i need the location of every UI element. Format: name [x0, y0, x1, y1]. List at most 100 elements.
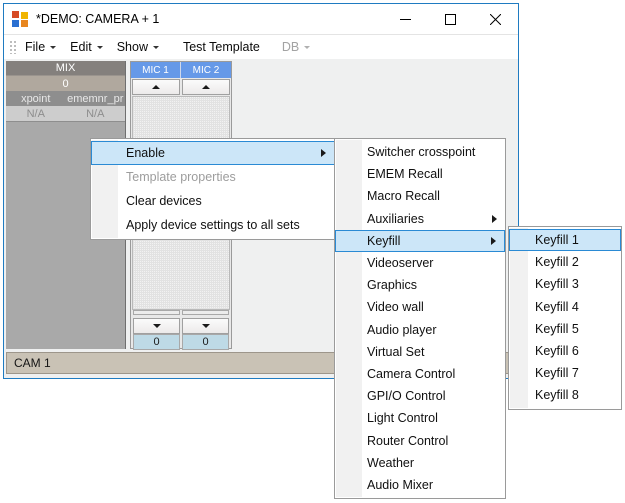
menu-item-apply-device-settings-label: Apply device settings to all sets [126, 218, 300, 232]
menu-item-keyfill-6-label: Keyfill 6 [535, 344, 579, 358]
mic-grid-values: 0 0 [132, 334, 230, 350]
chevron-down-icon [304, 46, 310, 49]
context-menu-keyfill-submenu: Keyfill 1 Keyfill 2 Keyfill 3 Keyfill 4 … [508, 226, 622, 410]
value-ememnr: N/A [66, 106, 126, 121]
menu-item-gpio-control-label: GPI/O Control [367, 389, 446, 403]
column-header-mic-1[interactable]: MIC 1 [131, 62, 181, 78]
menu-item-videoserver-label: Videoserver [367, 256, 433, 270]
menu-item-weather[interactable]: Weather [335, 452, 505, 474]
menu-item-keyfill-2[interactable]: Keyfill 2 [509, 251, 621, 273]
menu-item-keyfill-4-label: Keyfill 4 [535, 300, 579, 314]
menubar-item-db-label: DB [282, 40, 299, 54]
menubar-item-show-label: Show [117, 40, 148, 54]
menu-item-auxiliaries-label: Auxiliaries [367, 212, 424, 226]
mic-grid-up-buttons [131, 78, 231, 95]
submenu-arrow-icon [492, 215, 497, 223]
mic-1-value[interactable]: 0 [133, 334, 180, 350]
mic-1-increment-button[interactable] [132, 79, 180, 95]
menu-item-keyfill-label: Keyfill [367, 234, 400, 248]
maximize-icon[interactable] [428, 4, 473, 34]
mic-grid-footer: 0 0 [132, 310, 230, 347]
status-bar-label: CAM 1 [14, 356, 51, 370]
app-squares-icon [12, 11, 28, 27]
menubar-item-file-label: File [25, 40, 45, 54]
menu-item-auxiliaries[interactable]: Auxiliaries [335, 208, 505, 230]
mic-2-spacer-cell [182, 310, 229, 315]
arrow-down-icon [202, 324, 210, 328]
column-header-mic-2[interactable]: MIC 2 [181, 62, 231, 78]
arrow-up-icon [202, 85, 210, 89]
mix-column-values: N/A N/A [6, 106, 125, 122]
menu-bar: File Edit Show Test Template DB [4, 34, 518, 59]
column-header-xpoint: xpoint [6, 91, 66, 106]
menu-item-gpio-control[interactable]: GPI/O Control [335, 385, 505, 407]
menu-item-camera-control[interactable]: Camera Control [335, 363, 505, 385]
menubar-item-test-template[interactable]: Test Template [176, 36, 267, 58]
menu-item-audio-player-label: Audio player [367, 323, 437, 337]
menu-item-keyfill-6[interactable]: Keyfill 6 [509, 340, 621, 362]
menu-item-keyfill-2-label: Keyfill 2 [535, 255, 579, 269]
mix-header: MIX [6, 61, 125, 76]
menu-item-light-control[interactable]: Light Control [335, 407, 505, 429]
menu-item-camera-control-label: Camera Control [367, 367, 455, 381]
menu-item-enable-label: Enable [126, 146, 165, 160]
menu-item-keyfill-8-label: Keyfill 8 [535, 388, 579, 402]
close-icon[interactable] [473, 4, 518, 34]
menu-item-keyfill-5-label: Keyfill 5 [535, 322, 579, 336]
chevron-down-icon [50, 46, 56, 49]
menu-item-keyfill-8[interactable]: Keyfill 8 [509, 384, 621, 406]
menubar-item-edit[interactable]: Edit [63, 36, 110, 58]
menu-item-emem-recall[interactable]: EMEM Recall [335, 163, 505, 185]
mic-1-decrement-button[interactable] [133, 318, 180, 334]
menu-item-keyfill-3-label: Keyfill 3 [535, 277, 579, 291]
arrow-down-icon [153, 324, 161, 328]
mic-grid-headers: MIC 1 MIC 2 [131, 62, 231, 78]
menu-item-keyfill[interactable]: Keyfill [335, 230, 505, 252]
menu-item-keyfill-1[interactable]: Keyfill 1 [509, 229, 621, 251]
menubar-item-edit-label: Edit [70, 40, 92, 54]
submenu-arrow-icon [321, 149, 326, 157]
menu-item-keyfill-7-label: Keyfill 7 [535, 366, 579, 380]
menu-item-switcher-crosspoint-label: Switcher crosspoint [367, 145, 475, 159]
menu-item-clear-devices[interactable]: Clear devices [91, 189, 335, 213]
menu-item-switcher-crosspoint[interactable]: Switcher crosspoint [335, 141, 505, 163]
menu-item-keyfill-5[interactable]: Keyfill 5 [509, 318, 621, 340]
arrow-up-icon [152, 85, 160, 89]
title-bar: *DEMO: CAMERA + 1 [4, 4, 518, 34]
menubar-item-db[interactable]: DB [275, 36, 317, 58]
menu-item-macro-recall-label: Macro Recall [367, 189, 440, 203]
context-menu-primary: Enable Template properties Clear devices… [90, 138, 336, 240]
menubar-item-test-template-label: Test Template [183, 40, 260, 54]
menu-item-video-wall[interactable]: Video wall [335, 296, 505, 318]
menu-item-keyfill-4[interactable]: Keyfill 4 [509, 296, 621, 318]
mic-2-decrement-button[interactable] [182, 318, 229, 334]
menu-item-keyfill-3[interactable]: Keyfill 3 [509, 273, 621, 295]
menu-item-virtual-set-label: Virtual Set [367, 345, 424, 359]
menu-item-template-properties: Template properties [91, 165, 335, 189]
mix-value: 0 [6, 76, 125, 91]
mic-2-increment-button[interactable] [182, 79, 230, 95]
menu-item-enable[interactable]: Enable [91, 141, 335, 165]
chevron-down-icon [97, 46, 103, 49]
menu-item-audio-player[interactable]: Audio player [335, 319, 505, 341]
menu-item-videoserver[interactable]: Videoserver [335, 252, 505, 274]
menu-grip-handle[interactable] [8, 40, 16, 54]
mic-grid-down-buttons [132, 317, 230, 334]
menu-item-macro-recall[interactable]: Macro Recall [335, 185, 505, 207]
menu-item-template-properties-label: Template properties [126, 170, 236, 184]
menu-item-apply-device-settings[interactable]: Apply device settings to all sets [91, 213, 335, 237]
minimize-icon[interactable] [383, 4, 428, 34]
screen: *DEMO: CAMERA + 1 File Edit [0, 0, 625, 503]
menubar-item-show[interactable]: Show [110, 36, 166, 58]
menu-item-clear-devices-label: Clear devices [126, 194, 202, 208]
menu-item-audio-mixer-label: Audio Mixer [367, 478, 433, 492]
menu-item-keyfill-7[interactable]: Keyfill 7 [509, 362, 621, 384]
menubar-item-file[interactable]: File [18, 36, 63, 58]
menu-item-graphics[interactable]: Graphics [335, 274, 505, 296]
menu-item-virtual-set[interactable]: Virtual Set [335, 341, 505, 363]
mic-2-value[interactable]: 0 [182, 334, 229, 350]
menu-item-router-control[interactable]: Router Control [335, 429, 505, 451]
menu-item-audio-mixer[interactable]: Audio Mixer [335, 474, 505, 496]
context-menu-enable-submenu: Switcher crosspoint EMEM Recall Macro Re… [334, 138, 506, 499]
column-header-ememnr: ememnr_pr [66, 91, 126, 106]
